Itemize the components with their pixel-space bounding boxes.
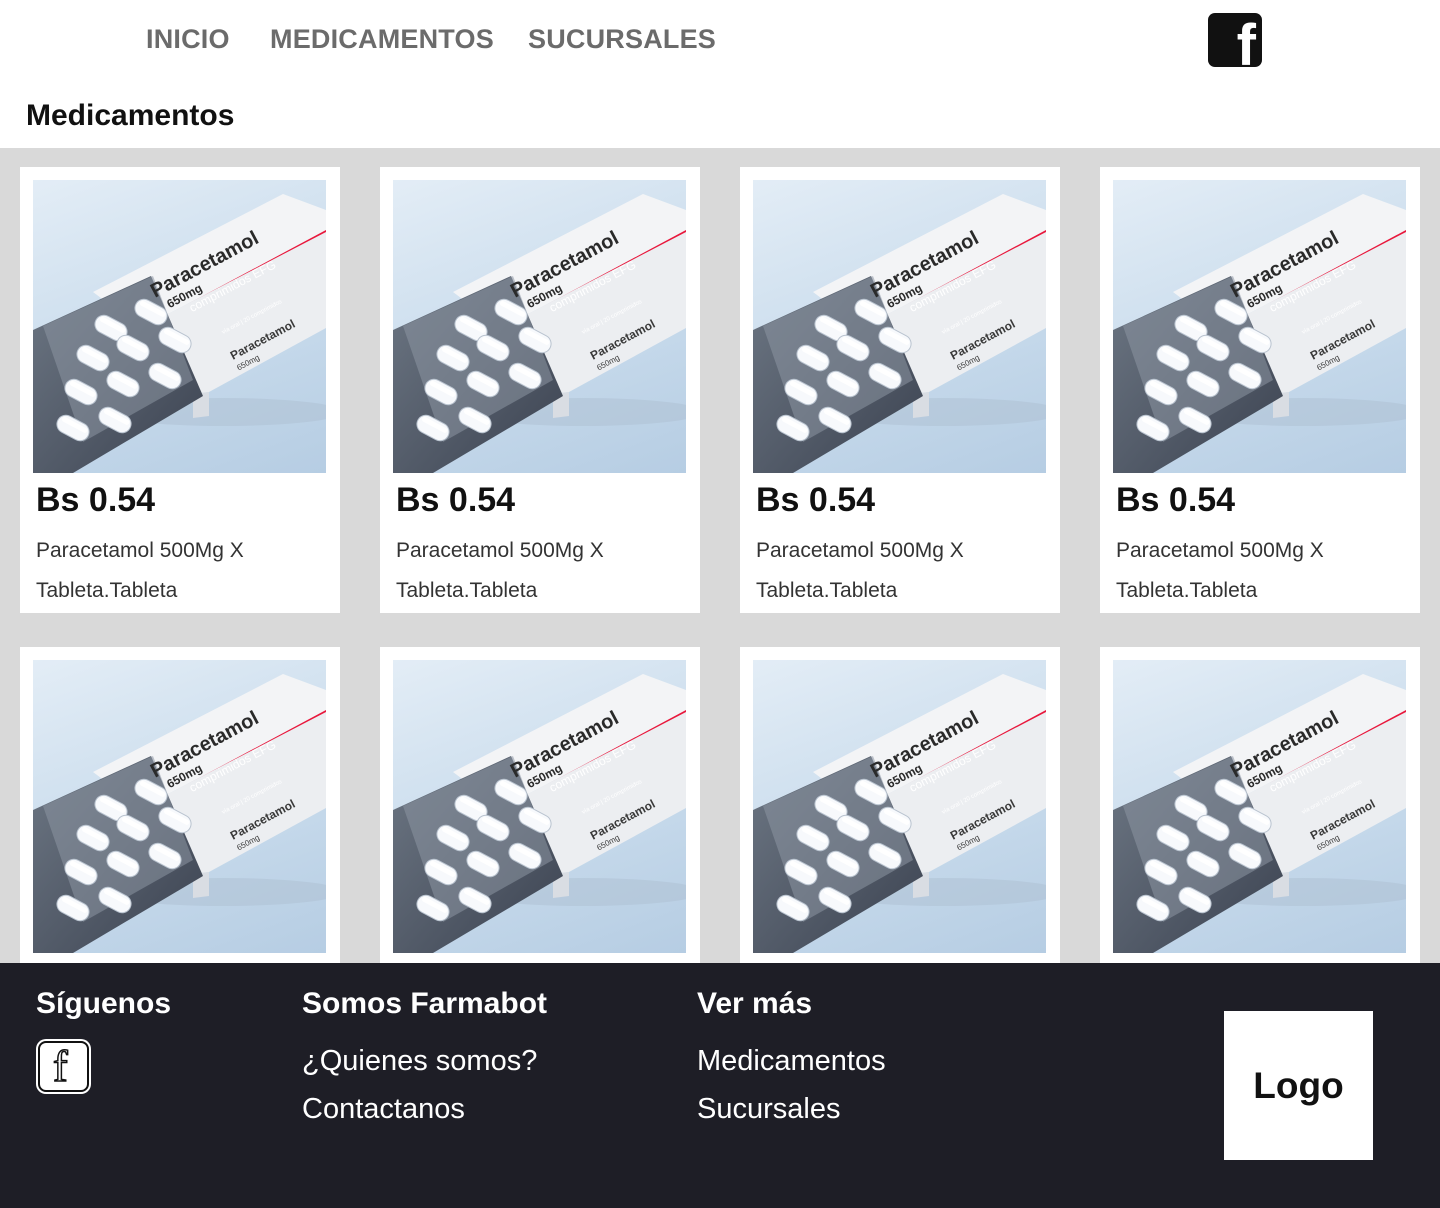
product-card[interactable]: Paracetamol 650mg comprimidos EFG vía oral …	[20, 647, 340, 963]
logo: Logo	[1224, 1011, 1373, 1160]
product-image: Paracetamol 650mg comprimidos EFG vía oral …	[393, 660, 686, 953]
product-card[interactable]: Paracetamol 650mg comprimidos EFG vía oral …	[20, 167, 340, 613]
product-name: Paracetamol 500Mg X Tableta.Tableta	[1116, 539, 1324, 602]
facebook-icon[interactable]: f	[38, 1041, 89, 1092]
footer-link-about-us[interactable]: ¿Quienes somos?	[302, 1045, 537, 1078]
product-image: Paracetamol 650mg comprimidos EFG vía oral …	[753, 180, 1046, 473]
product-price: Bs 0.54	[36, 481, 156, 519]
product-name: Paracetamol 500Mg X Tableta.Tableta	[756, 539, 964, 602]
facebook-icon[interactable]: f	[1208, 13, 1262, 67]
product-price: Bs 0.54	[1116, 481, 1236, 519]
footer-more-heading: Ver más	[697, 987, 813, 1020]
top-navigation: INICIO MEDICAMENTOS SUCURSALES f	[0, 0, 1440, 82]
page-title: Medicamentos	[26, 99, 235, 132]
product-image: Paracetamol 650mg comprimidos EFG vía oral …	[753, 660, 1046, 953]
product-card[interactable]: Paracetamol 650mg comprimidos EFG vía oral …	[380, 167, 700, 613]
product-price: Bs 0.54	[396, 481, 516, 519]
product-image: Paracetamol 650mg comprimidos EFG vía oral …	[1113, 660, 1406, 953]
product-card[interactable]: Paracetamol 650mg comprimidos EFG vía oral …	[740, 167, 1060, 613]
product-price: Bs 0.54	[756, 481, 876, 519]
nav-link-sucursales[interactable]: SUCURSALES	[528, 24, 716, 55]
product-image: Paracetamol 650mg comprimidos EFG vía oral …	[393, 180, 686, 473]
product-card[interactable]: Paracetamol 650mg comprimidos EFG vía oral …	[1100, 647, 1420, 963]
product-card[interactable]: Paracetamol 650mg comprimidos EFG vía oral …	[740, 647, 1060, 963]
product-image: Paracetamol 650mg comprimidos EFG vía oral …	[1113, 180, 1406, 473]
nav-link-medicamentos[interactable]: MEDICAMENTOS	[270, 24, 494, 55]
product-grid: Paracetamol 650mg comprimidos EFG vía oral …	[0, 148, 1440, 963]
product-image: Paracetamol 650mg comprimidos EFG vía oral …	[33, 180, 326, 473]
footer-follow-heading: Síguenos	[36, 987, 172, 1020]
product-card[interactable]: Paracetamol 650mg comprimidos EFG vía oral …	[380, 647, 700, 963]
footer-link-contact[interactable]: Contactanos	[302, 1093, 465, 1126]
footer-link-medicamentos[interactable]: Medicamentos	[697, 1045, 886, 1078]
product-name: Paracetamol 500Mg X Tableta.Tableta	[396, 539, 604, 602]
nav-link-inicio[interactable]: INICIO	[146, 24, 230, 55]
product-image: Paracetamol 650mg comprimidos EFG vía oral …	[33, 660, 326, 953]
product-name: Paracetamol 500Mg X Tableta.Tableta	[36, 539, 244, 602]
logo-text: Logo	[1253, 1064, 1344, 1106]
footer-about-heading: Somos Farmabot	[302, 987, 548, 1020]
product-card[interactable]: Paracetamol 650mg comprimidos EFG vía oral …	[1100, 167, 1420, 613]
footer: Síguenos f Somos Farmabot ¿Quienes somos…	[0, 963, 1440, 1208]
footer-link-sucursales[interactable]: Sucursales	[697, 1093, 840, 1126]
